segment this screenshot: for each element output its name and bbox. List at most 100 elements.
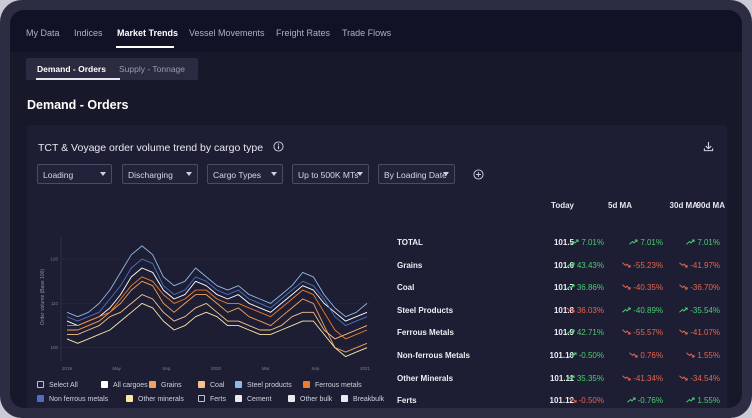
legend-item[interactable]: Select All	[37, 381, 78, 389]
x-tick-label: Sep	[311, 366, 320, 371]
table-row[interactable]: Coal 101.7 36.86% -40.35% -36.70%	[392, 278, 722, 298]
series-line-steel-products[interactable]	[66, 245, 368, 318]
legend-item[interactable]: Steel products	[235, 381, 292, 389]
ma30-value: 0.76%	[640, 351, 663, 360]
card-title: TCT & Voyage order volume trend by cargo…	[38, 142, 264, 154]
download-icon[interactable]	[703, 141, 714, 152]
trend-up-icon	[629, 238, 640, 247]
tab-indices[interactable]: Indices	[74, 28, 103, 38]
cargo-name: Other Minerals	[397, 373, 454, 383]
ma5-value: -0.50%	[578, 351, 604, 360]
legend-item[interactable]: All cargoes	[101, 381, 148, 389]
loading-dropdown[interactable]: Loading	[37, 164, 112, 184]
add-filter-icon[interactable]	[473, 169, 484, 180]
volume-range-dropdown-label: Up to 500K MTs	[298, 170, 359, 180]
legend-swatch	[198, 381, 205, 388]
ma5-value: -0.50%	[578, 396, 604, 406]
legend-label: Ferrous metals	[315, 382, 362, 389]
ma5-change: 36.86%	[546, 283, 604, 292]
x-tick-label: Sep	[162, 366, 171, 371]
table-row[interactable]: Other Minerals 101.11 35.35% -41.34% -34.54%	[392, 369, 722, 389]
trend-down-icon	[679, 328, 690, 337]
table-row[interactable]: TOTAL 101.5 7.01% 7.01% 7.01%	[392, 233, 722, 253]
tab-freight-rates[interactable]: Freight Rates	[276, 28, 330, 38]
x-tick-label: 2020	[211, 366, 222, 371]
trend-up-icon	[567, 351, 579, 360]
ma90-change: -35.54%	[662, 306, 720, 315]
app-screen: My Data Indices Market Trends Vessel Mov…	[10, 10, 742, 408]
active-tab-indicator	[116, 46, 174, 48]
legend-swatch	[126, 395, 133, 402]
chevron-down-icon	[443, 172, 449, 176]
legend-item[interactable]: Ferrous metals	[303, 381, 362, 389]
tab-vessel-movements[interactable]: Vessel Movements	[189, 28, 265, 38]
chevron-down-icon	[100, 172, 106, 176]
ma90-value: -34.54%	[690, 373, 720, 383]
trend-down-icon	[686, 351, 697, 360]
x-tick-label: 2021	[360, 366, 371, 371]
legend-item[interactable]: Ferts	[198, 395, 226, 403]
trend-down-icon	[622, 328, 633, 337]
subtab-bar: Demand - Orders Supply - Tonnage	[26, 58, 198, 80]
date-basis-dropdown-label: By Loading Date	[384, 170, 447, 180]
cargo-name: Coal	[397, 283, 415, 293]
date-basis-dropdown[interactable]: By Loading Date	[378, 164, 455, 184]
cargo-types-dropdown-label: Cargo Types	[213, 170, 262, 180]
legend-swatch	[235, 381, 242, 388]
legend-label: Breakbulk	[353, 396, 385, 403]
ma30-value: -41.34%	[633, 373, 663, 383]
legend-swatch	[288, 395, 295, 402]
ma30-change: 0.76%	[605, 351, 663, 360]
ma5-value: 42.71%	[576, 328, 604, 338]
legend-swatch	[149, 381, 156, 388]
chevron-down-icon	[357, 172, 363, 176]
device-frame: My Data Indices Market Trends Vessel Mov…	[0, 0, 752, 418]
ma30-value: -0.76%	[637, 396, 663, 406]
trend-up-icon	[686, 396, 697, 405]
trend-up-icon	[622, 306, 633, 315]
tab-trade-flows[interactable]: Trade Flows	[342, 28, 391, 38]
volume-range-dropdown[interactable]: Up to 500K MTs	[292, 164, 369, 184]
ma90-change: 1.55%	[662, 351, 720, 360]
table-row[interactable]: Ferrous Metals 101.9 42.71% -55.57% -41.07%	[392, 323, 722, 343]
legend-item[interactable]: Breakbulk	[341, 395, 384, 403]
ma30-change: -55.23%	[605, 261, 663, 270]
subtab-supply-tonnage[interactable]: Supply - Tonnage	[119, 64, 185, 74]
ma30-value: -55.23%	[633, 260, 663, 270]
subtab-demand-orders[interactable]: Demand - Orders	[37, 64, 106, 74]
discharging-dropdown[interactable]: Discharging	[122, 164, 198, 184]
tab-my-data[interactable]: My Data	[26, 28, 60, 38]
trend-up-icon	[565, 374, 577, 383]
tab-market-trends[interactable]: Market Trends	[117, 28, 178, 38]
ma30-change: -40.89%	[605, 306, 663, 315]
legend-swatch	[198, 395, 205, 402]
table-row[interactable]: Ferts 101.12 -0.50% -0.76% 1.55%	[392, 391, 722, 408]
trend-up-icon	[565, 261, 577, 270]
legend-swatch	[37, 395, 44, 402]
series-line-other-minerals[interactable]	[66, 302, 368, 358]
legend-item[interactable]: Non ferrous metals	[37, 395, 108, 403]
chart-legend: Select All All cargoes Grains Coal Steel pro…	[37, 381, 397, 408]
ma90-value: -41.07%	[690, 328, 720, 338]
legend-swatch	[235, 395, 242, 402]
ma90-value: 1.55%	[697, 351, 720, 360]
trend-down-icon	[679, 283, 690, 292]
legend-item[interactable]: Grains	[149, 381, 182, 389]
info-icon[interactable]	[273, 141, 284, 152]
legend-item[interactable]: Other minerals	[126, 395, 184, 403]
legend-item[interactable]: Cement	[235, 395, 272, 403]
table-row[interactable]: Steel Products 101.8 36.03% -40.89% -35.54%	[392, 301, 722, 321]
trend-up-icon	[570, 238, 581, 247]
table-row[interactable]: Grains 101.6 43.43% -55.23% -41.97%	[392, 256, 722, 276]
trend-down-icon	[679, 261, 690, 270]
legend-item[interactable]: Coal	[198, 381, 224, 389]
table-row[interactable]: Non-ferrous Metals 101.10 -0.50% 0.76% 1.55%	[392, 346, 722, 366]
cargo-name: Ferrous Metals	[397, 328, 454, 338]
y-axis-label: Order volume (Base 100)	[40, 269, 46, 325]
cargo-types-dropdown[interactable]: Cargo Types	[207, 164, 283, 184]
legend-item[interactable]: Other bulk	[288, 395, 332, 403]
cargo-name: Steel Products	[397, 305, 454, 315]
order-volume-chart: Order volume (Base 100) 120 110 100 2019 May…	[40, 237, 371, 371]
trend-down-icon	[679, 374, 690, 383]
ma5-change: 36.03%	[546, 306, 604, 315]
